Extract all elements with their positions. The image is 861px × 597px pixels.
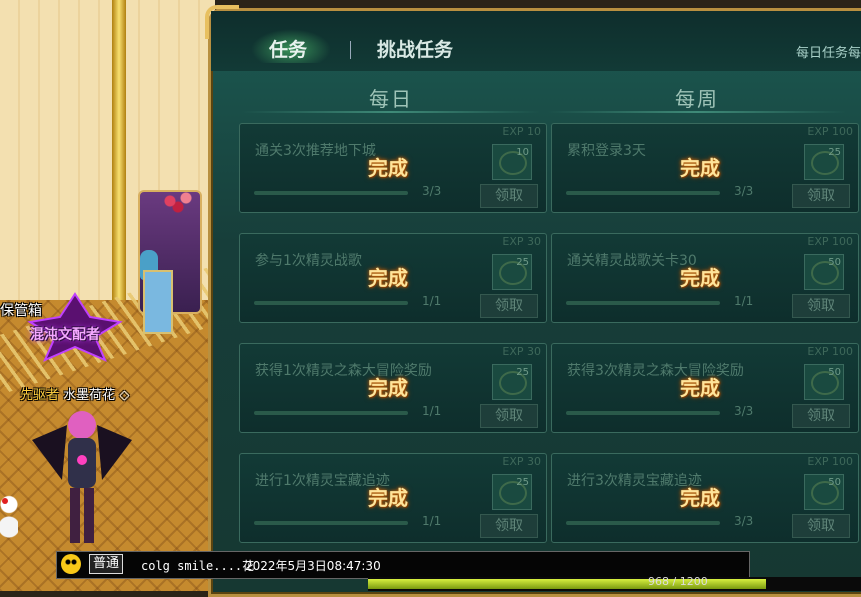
chat-channel-button[interactable]: 普通 [89,554,124,574]
tab-quests[interactable]: 任务 [269,35,307,62]
quest-progress-bar [566,411,720,415]
reward-quantity: 10 [516,147,529,158]
claim-button[interactable]: 领取 [480,404,538,428]
reward-quantity: 25 [516,477,529,488]
reward-quantity: 50 [828,477,841,488]
quest-complete-stamp: 完成 [368,486,408,510]
reward-slot[interactable]: 25 [804,144,844,180]
quest-card[interactable]: 通关3次推荐地下城 EXP 10 10 3/3 领取 完成 [239,123,547,213]
quest-progress-count: 1/1 [422,404,442,418]
quest-complete-stamp: 完成 [680,376,720,400]
tab-challenge-quests[interactable]: 挑战任务 [377,35,453,62]
quest-card[interactable]: 获得1次精灵之森大冒险奖励 EXP 30 25 1/1 领取 完成 [239,343,547,433]
reward-slot[interactable]: 10 [492,144,532,180]
quest-card[interactable]: 通关精灵战歌关卡30 EXP 100 50 1/1 领取 完成 [551,233,859,323]
quest-exp: EXP 100 [807,345,853,358]
game-scene: 保管箱 混沌文配者 先驱者 水墨荷花 ◇ [0,0,215,591]
quest-complete-stamp: 完成 [680,486,720,510]
reward-slot[interactable]: 25 [492,364,532,400]
status-bar: 968 / 1200 [368,575,861,591]
storage-cabinet[interactable] [143,270,173,334]
quest-card[interactable]: 累积登录3天 EXP 100 25 3/3 领取 完成 [551,123,859,213]
quest-progress-bar [254,301,408,305]
player-character[interactable] [22,400,142,550]
claim-button[interactable]: 领取 [480,294,538,318]
storage-chest-label[interactable]: 保管箱 [0,300,42,320]
quest-exp: EXP 100 [807,455,853,468]
reward-slot[interactable]: 25 [492,474,532,510]
reward-quantity: 25 [828,147,841,158]
reward-quantity: 25 [516,367,529,378]
quest-progress-count: 1/1 [422,514,442,528]
quest-exp: EXP 30 [502,235,541,248]
claim-button[interactable]: 领取 [792,404,850,428]
quest-complete-stamp: 完成 [368,266,408,290]
column-header-weekly: 每周 [675,87,719,111]
quest-progress-count: 3/3 [734,184,754,198]
claim-button[interactable]: 领取 [480,514,538,538]
quest-progress-bar [254,191,408,195]
flower-decoration [158,186,198,216]
chat-message: colg smile....花 [141,559,255,573]
claim-button[interactable]: 领取 [792,184,850,208]
quest-progress-bar [254,411,408,415]
quest-name: 通关精灵战歌关卡30 [567,253,697,269]
quest-exp: EXP 30 [502,345,541,358]
reward-slot[interactable]: 50 [804,364,844,400]
quest-complete-stamp: 完成 [680,266,720,290]
npc-marker-icon [2,498,8,504]
quest-card[interactable]: 进行3次精灵宝藏追迹 EXP 100 50 3/3 领取 完成 [551,453,859,543]
quest-card[interactable]: 获得3次精灵之森大冒险奖励 EXP 100 50 3/3 领取 完成 [551,343,859,433]
chat-bar[interactable]: 普通 colg smile....花 2022年5月3日08:47:30 [56,551,750,579]
claim-button[interactable]: 领取 [792,514,850,538]
column-divider [241,111,541,113]
quest-progress-bar [566,301,720,305]
quest-exp: EXP 100 [807,235,853,248]
reward-slot[interactable]: 50 [804,474,844,510]
reward-quantity: 50 [828,257,841,268]
tab-bar: 任务 挑战任务 每日任务每 [211,11,861,71]
quest-progress-bar [254,521,408,525]
quest-progress-count: 3/3 [734,404,754,418]
quest-name: 参与1次精灵战歌 [255,253,362,269]
quest-card[interactable]: 进行1次精灵宝藏追迹 EXP 30 25 1/1 领取 完成 [239,453,547,543]
quest-complete-stamp: 完成 [368,156,408,180]
quest-progress-count: 1/1 [422,294,442,308]
column-divider [547,111,847,113]
quest-exp: EXP 30 [502,455,541,468]
quest-panel: 任务 挑战任务 每日任务每 每日 每周 通关3次推荐地下城 EXP 10 10 3/3… [205,5,861,597]
quest-complete-stamp: 完成 [680,156,720,180]
reward-quantity: 25 [516,257,529,268]
status-bar-text: 968 / 1200 [648,575,708,588]
reward-slot[interactable]: 25 [492,254,532,290]
claim-button[interactable]: 领取 [480,184,538,208]
reward-quantity: 50 [828,367,841,378]
daily-quest-note: 每日任务每 [795,46,861,61]
reward-slot[interactable]: 50 [804,254,844,290]
smiley-icon[interactable] [61,554,81,574]
chat-timestamp: 2022年5月3日08:47:30 [245,559,381,573]
quest-exp: EXP 10 [502,125,541,138]
quest-progress-bar [566,521,720,525]
tab-divider [350,41,351,59]
claim-button[interactable]: 领取 [792,294,850,318]
quest-exp: EXP 100 [807,125,853,138]
quest-progress-count: 1/1 [734,294,754,308]
guild-name: 混沌文配者 [30,327,100,343]
quest-complete-stamp: 完成 [368,376,408,400]
quest-name: 累积登录3天 [567,143,646,159]
quest-name: 通关3次推荐地下城 [255,143,376,159]
quest-progress-count: 3/3 [422,184,442,198]
column-header-daily: 每日 [369,87,413,111]
quest-card[interactable]: 参与1次精灵战歌 EXP 30 25 1/1 领取 完成 [239,233,547,323]
quest-progress-count: 3/3 [734,514,754,528]
quest-progress-bar [566,191,720,195]
